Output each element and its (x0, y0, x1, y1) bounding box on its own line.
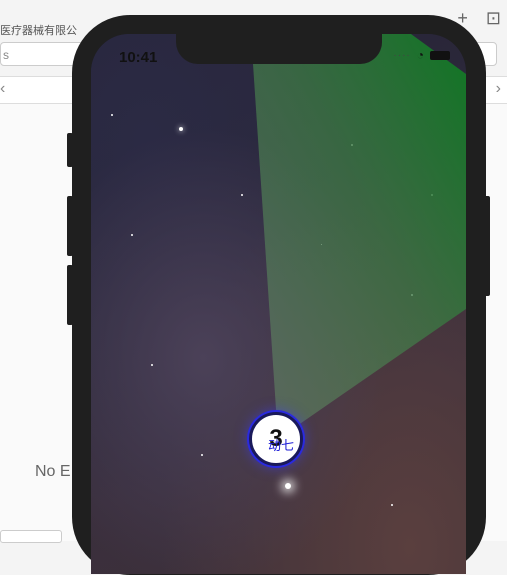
background-toolbar: + ⊡ (457, 8, 501, 28)
status-time: 10:41 (119, 49, 158, 66)
badge-label: 动七 (268, 438, 295, 453)
empty-state-text: No E (35, 463, 71, 480)
battery-icon (430, 50, 450, 60)
chevron-left-icon[interactable]: ‹ (0, 80, 5, 98)
cellular-dots-icon: ···· (393, 49, 411, 61)
chevron-right-icon[interactable]: › (496, 80, 501, 98)
wifi-icon: ◔ (416, 48, 424, 62)
phone-screen: 10:41 ···· ◔ 3 动七 (91, 34, 466, 574)
inspector-icon[interactable]: ⊡ (486, 8, 501, 28)
radar-beam-layer (251, 34, 466, 439)
phone-notch (176, 34, 382, 64)
background-bottom-control[interactable] (0, 530, 62, 543)
status-bar-icons: ···· ◔ (393, 48, 450, 62)
background-window-title: 医疗器械有限公 (0, 25, 77, 37)
location-badge[interactable]: 3 动七 (249, 412, 303, 466)
radar-beam (251, 34, 466, 439)
